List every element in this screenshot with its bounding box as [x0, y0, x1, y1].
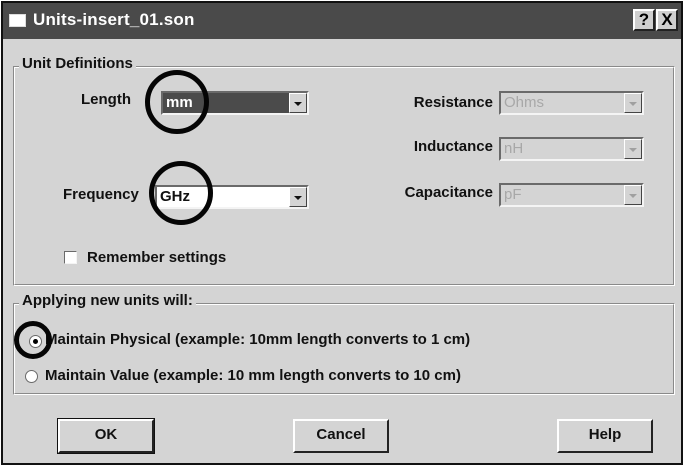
window-icon [9, 14, 26, 27]
resistance-label: Resistance [413, 94, 493, 111]
maintain-physical-label[interactable]: Maintain Physical (example: 10mm length … [45, 331, 470, 348]
capacitance-value: pF [504, 186, 522, 203]
chevron-down-icon[interactable] [624, 185, 642, 205]
maintain-physical-radio[interactable] [29, 335, 42, 348]
capacitance-select[interactable]: pF [499, 183, 644, 207]
length-label: Length [81, 91, 131, 108]
frequency-value: GHz [160, 188, 190, 205]
frequency-label: Frequency [63, 186, 139, 203]
capacitance-label: Capacitance [404, 184, 493, 201]
title-bar[interactable]: Units-insert_01.son ? X [3, 3, 681, 39]
inductance-value: nH [504, 140, 524, 157]
chevron-down-icon[interactable] [624, 93, 642, 113]
maintain-value-label[interactable]: Maintain Value (example: 10 mm length co… [45, 367, 461, 384]
resistance-select[interactable]: Ohms [499, 91, 644, 115]
remember-settings-label[interactable]: Remember settings [87, 249, 226, 266]
close-button[interactable]: X [656, 9, 678, 31]
radio-selected-dot [33, 339, 38, 344]
help-title-button[interactable]: ? [633, 9, 655, 31]
window-title: Units-insert_01.son [33, 10, 195, 29]
inductance-select[interactable]: nH [499, 137, 644, 161]
chevron-down-icon[interactable] [289, 93, 307, 113]
chevron-down-icon[interactable] [289, 187, 307, 207]
remember-settings-checkbox[interactable] [64, 251, 77, 264]
resistance-value: Ohms [504, 94, 545, 111]
inductance-label: Inductance [413, 138, 493, 155]
unit-definitions-legend: Unit Definitions [19, 55, 136, 72]
maintain-value-radio[interactable] [25, 370, 38, 383]
applying-units-legend: Applying new units will: [19, 292, 196, 309]
cancel-button[interactable]: Cancel [293, 419, 389, 453]
frequency-select[interactable]: GHz [155, 185, 309, 209]
ok-button[interactable]: OK [57, 418, 155, 454]
help-button[interactable]: Help [557, 419, 653, 453]
chevron-down-icon[interactable] [624, 139, 642, 159]
length-select[interactable]: mm [161, 91, 309, 115]
length-value: mm [166, 94, 193, 111]
units-dialog: Units-insert_01.son ? X Unit Definitions… [1, 1, 683, 465]
